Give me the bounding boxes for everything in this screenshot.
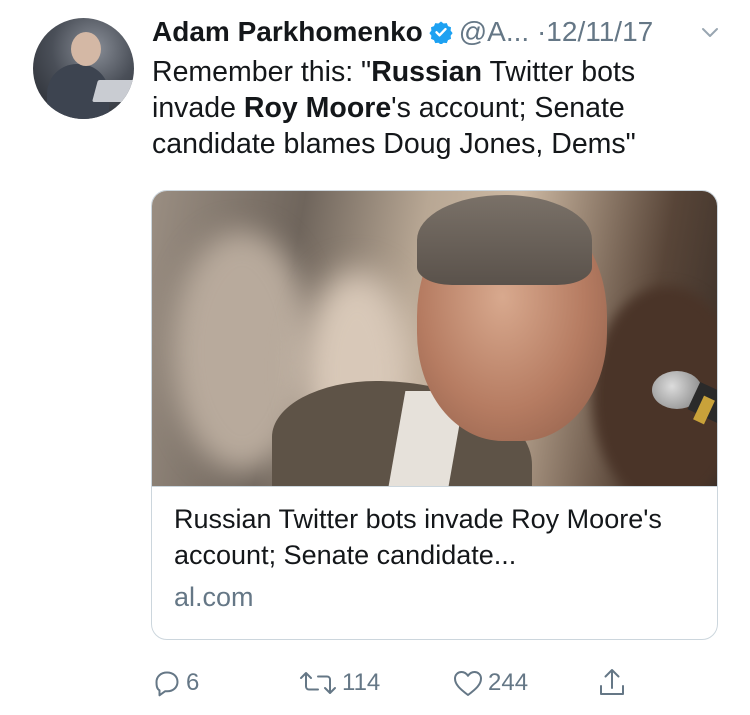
tweet-header: Adam Parkhomenko @A... ·12/11/17 — [152, 14, 722, 50]
share-button[interactable] — [597, 665, 627, 701]
image-speaker-hair — [417, 195, 592, 285]
tweet-date[interactable]: 12/11/17 — [546, 16, 653, 47]
card-title: Russian Twitter bots invade Roy Moore's … — [174, 504, 662, 570]
tweet[interactable]: Adam Parkhomenko @A... ·12/11/17 Remembe… — [0, 0, 750, 715]
tweet-text: Remember this: "Russian Twitter bots inv… — [152, 54, 712, 162]
reply-icon — [152, 668, 182, 698]
card-domain: al.com — [174, 582, 254, 612]
tweet-text-bold: Roy Moore — [243, 92, 392, 124]
like-count: 244 — [488, 669, 529, 696]
link-card[interactable]: Russian Twitter bots invade Roy Moore's … — [151, 190, 718, 640]
retweet-button[interactable]: 114 — [298, 665, 380, 701]
verified-badge-icon — [429, 20, 453, 45]
retweet-count: 114 — [342, 669, 381, 696]
action-bar: 6 114 244 — [152, 665, 632, 701]
reply-button[interactable]: 6 — [152, 665, 199, 701]
tweet-text-bold: Russian — [371, 56, 483, 88]
card-image[interactable] — [152, 191, 717, 486]
card-body[interactable]: Russian Twitter bots invade Roy Moore's … — [152, 486, 717, 639]
handle[interactable]: @A... — [459, 16, 529, 47]
chevron-down-icon[interactable] — [698, 20, 722, 44]
display-name[interactable]: Adam Parkhomenko — [152, 16, 423, 48]
handle-and-date: @A... ·12/11/17 — [459, 16, 653, 48]
reply-count: 6 — [186, 669, 200, 696]
retweet-icon — [298, 668, 338, 698]
avatar-laptop — [92, 80, 134, 102]
share-icon — [597, 667, 627, 699]
avatar[interactable] — [33, 18, 134, 119]
separator-dot: · — [536, 16, 547, 47]
tweet-text-part: Remember this: " — [152, 56, 372, 88]
like-button[interactable]: 244 — [452, 665, 528, 701]
avatar-person-head — [71, 32, 101, 66]
heart-icon — [452, 668, 484, 698]
